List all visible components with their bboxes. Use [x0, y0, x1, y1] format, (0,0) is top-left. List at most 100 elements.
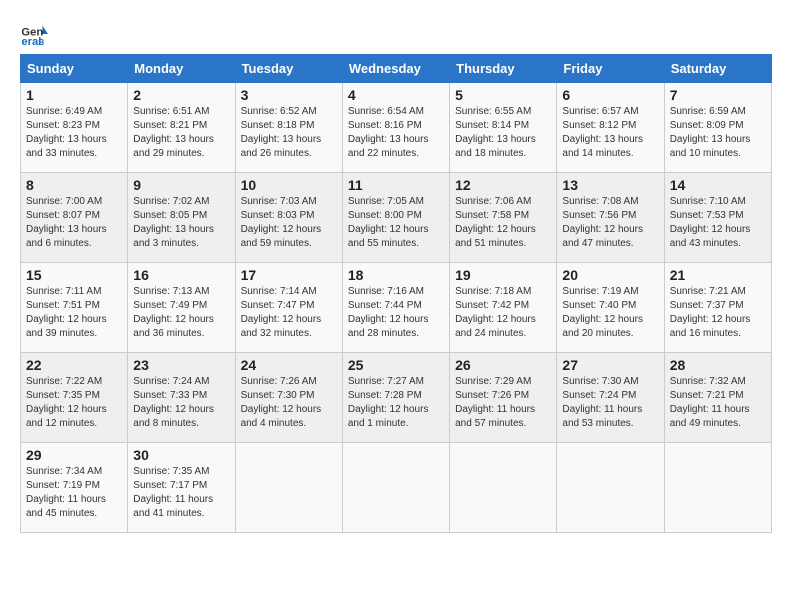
- day-number: 5: [455, 87, 551, 103]
- svg-text:B: B: [38, 37, 44, 47]
- day-number: 25: [348, 357, 444, 373]
- daylight-label: Daylight: 12 hours and 39 minutes.: [26, 314, 107, 339]
- day-number: 7: [670, 87, 766, 103]
- sunset-label: Sunset: 8:09 PM: [670, 120, 744, 131]
- sunset-label: Sunset: 7:19 PM: [26, 480, 100, 491]
- sunset-label: Sunset: 7:33 PM: [133, 390, 207, 401]
- day-info: Sunrise: 7:24 AM Sunset: 7:33 PM Dayligh…: [133, 375, 229, 431]
- sunset-label: Sunset: 7:24 PM: [562, 390, 636, 401]
- sunset-label: Sunset: 8:14 PM: [455, 120, 529, 131]
- sunset-label: Sunset: 7:17 PM: [133, 480, 207, 491]
- sunrise-label: Sunrise: 6:52 AM: [241, 106, 317, 117]
- sunset-label: Sunset: 7:56 PM: [562, 210, 636, 221]
- day-number: 15: [26, 267, 122, 283]
- daylight-label: Daylight: 11 hours and 57 minutes.: [455, 404, 535, 429]
- calendar-cell: 24 Sunrise: 7:26 AM Sunset: 7:30 PM Dayl…: [235, 353, 342, 443]
- day-info: Sunrise: 7:22 AM Sunset: 7:35 PM Dayligh…: [26, 375, 122, 431]
- weekday-header-wednesday: Wednesday: [342, 55, 449, 83]
- daylight-label: Daylight: 12 hours and 16 minutes.: [670, 314, 751, 339]
- day-number: 10: [241, 177, 337, 193]
- day-info: Sunrise: 7:34 AM Sunset: 7:19 PM Dayligh…: [26, 465, 122, 521]
- sunset-label: Sunset: 8:05 PM: [133, 210, 207, 221]
- day-number: 27: [562, 357, 658, 373]
- daylight-label: Daylight: 12 hours and 1 minute.: [348, 404, 429, 429]
- calendar-cell: 30 Sunrise: 7:35 AM Sunset: 7:17 PM Dayl…: [128, 443, 235, 533]
- day-number: 29: [26, 447, 122, 463]
- calendar-cell: 27 Sunrise: 7:30 AM Sunset: 7:24 PM Dayl…: [557, 353, 664, 443]
- sunset-label: Sunset: 7:58 PM: [455, 210, 529, 221]
- calendar-cell: 25 Sunrise: 7:27 AM Sunset: 7:28 PM Dayl…: [342, 353, 449, 443]
- calendar-cell: 9 Sunrise: 7:02 AM Sunset: 8:05 PM Dayli…: [128, 173, 235, 263]
- calendar-cell: 15 Sunrise: 7:11 AM Sunset: 7:51 PM Dayl…: [21, 263, 128, 353]
- day-info: Sunrise: 7:11 AM Sunset: 7:51 PM Dayligh…: [26, 285, 122, 341]
- sunrise-label: Sunrise: 7:24 AM: [133, 376, 209, 387]
- calendar-cell: 13 Sunrise: 7:08 AM Sunset: 7:56 PM Dayl…: [557, 173, 664, 263]
- day-number: 13: [562, 177, 658, 193]
- sunrise-label: Sunrise: 7:03 AM: [241, 196, 317, 207]
- sunrise-label: Sunrise: 7:30 AM: [562, 376, 638, 387]
- sunrise-label: Sunrise: 7:06 AM: [455, 196, 531, 207]
- sunset-label: Sunset: 8:21 PM: [133, 120, 207, 131]
- day-number: 1: [26, 87, 122, 103]
- sunrise-label: Sunrise: 7:16 AM: [348, 286, 424, 297]
- daylight-label: Daylight: 12 hours and 59 minutes.: [241, 224, 322, 249]
- calendar-cell: 14 Sunrise: 7:10 AM Sunset: 7:53 PM Dayl…: [664, 173, 771, 263]
- day-info: Sunrise: 7:02 AM Sunset: 8:05 PM Dayligh…: [133, 195, 229, 251]
- daylight-label: Daylight: 12 hours and 4 minutes.: [241, 404, 322, 429]
- sunset-label: Sunset: 7:47 PM: [241, 300, 315, 311]
- day-number: 11: [348, 177, 444, 193]
- weekday-header-tuesday: Tuesday: [235, 55, 342, 83]
- day-info: Sunrise: 7:30 AM Sunset: 7:24 PM Dayligh…: [562, 375, 658, 431]
- logo: Gen eral B: [20, 20, 52, 48]
- day-info: Sunrise: 7:27 AM Sunset: 7:28 PM Dayligh…: [348, 375, 444, 431]
- day-number: 20: [562, 267, 658, 283]
- calendar-cell: 16 Sunrise: 7:13 AM Sunset: 7:49 PM Dayl…: [128, 263, 235, 353]
- sunrise-label: Sunrise: 6:49 AM: [26, 106, 102, 117]
- calendar-cell: 20 Sunrise: 7:19 AM Sunset: 7:40 PM Dayl…: [557, 263, 664, 353]
- daylight-label: Daylight: 11 hours and 49 minutes.: [670, 404, 750, 429]
- daylight-label: Daylight: 12 hours and 47 minutes.: [562, 224, 643, 249]
- sunset-label: Sunset: 7:49 PM: [133, 300, 207, 311]
- calendar-cell: 11 Sunrise: 7:05 AM Sunset: 8:00 PM Dayl…: [342, 173, 449, 263]
- calendar-cell: 1 Sunrise: 6:49 AM Sunset: 8:23 PM Dayli…: [21, 83, 128, 173]
- sunset-label: Sunset: 7:51 PM: [26, 300, 100, 311]
- weekday-header-row: SundayMondayTuesdayWednesdayThursdayFrid…: [21, 55, 772, 83]
- sunset-label: Sunset: 8:23 PM: [26, 120, 100, 131]
- day-info: Sunrise: 6:59 AM Sunset: 8:09 PM Dayligh…: [670, 105, 766, 161]
- day-number: 21: [670, 267, 766, 283]
- sunset-label: Sunset: 8:00 PM: [348, 210, 422, 221]
- calendar-cell: 4 Sunrise: 6:54 AM Sunset: 8:16 PM Dayli…: [342, 83, 449, 173]
- sunrise-label: Sunrise: 7:11 AM: [26, 286, 101, 297]
- day-number: 19: [455, 267, 551, 283]
- daylight-label: Daylight: 12 hours and 43 minutes.: [670, 224, 751, 249]
- sunset-label: Sunset: 7:30 PM: [241, 390, 315, 401]
- calendar-cell: 22 Sunrise: 7:22 AM Sunset: 7:35 PM Dayl…: [21, 353, 128, 443]
- sunset-label: Sunset: 7:53 PM: [670, 210, 744, 221]
- sunrise-label: Sunrise: 7:35 AM: [133, 466, 209, 477]
- day-info: Sunrise: 7:08 AM Sunset: 7:56 PM Dayligh…: [562, 195, 658, 251]
- sunset-label: Sunset: 7:35 PM: [26, 390, 100, 401]
- sunrise-label: Sunrise: 7:02 AM: [133, 196, 209, 207]
- calendar-cell: 6 Sunrise: 6:57 AM Sunset: 8:12 PM Dayli…: [557, 83, 664, 173]
- sunrise-label: Sunrise: 7:34 AM: [26, 466, 102, 477]
- sunset-label: Sunset: 8:18 PM: [241, 120, 315, 131]
- day-info: Sunrise: 6:52 AM Sunset: 8:18 PM Dayligh…: [241, 105, 337, 161]
- day-info: Sunrise: 6:49 AM Sunset: 8:23 PM Dayligh…: [26, 105, 122, 161]
- page-header: Gen eral B: [20, 20, 772, 48]
- calendar-cell: 28 Sunrise: 7:32 AM Sunset: 7:21 PM Dayl…: [664, 353, 771, 443]
- day-number: 12: [455, 177, 551, 193]
- calendar-cell: 21 Sunrise: 7:21 AM Sunset: 7:37 PM Dayl…: [664, 263, 771, 353]
- daylight-label: Daylight: 12 hours and 12 minutes.: [26, 404, 107, 429]
- sunrise-label: Sunrise: 6:59 AM: [670, 106, 746, 117]
- day-info: Sunrise: 6:51 AM Sunset: 8:21 PM Dayligh…: [133, 105, 229, 161]
- day-info: Sunrise: 7:06 AM Sunset: 7:58 PM Dayligh…: [455, 195, 551, 251]
- daylight-label: Daylight: 12 hours and 24 minutes.: [455, 314, 536, 339]
- sunrise-label: Sunrise: 6:55 AM: [455, 106, 531, 117]
- day-info: Sunrise: 7:26 AM Sunset: 7:30 PM Dayligh…: [241, 375, 337, 431]
- sunset-label: Sunset: 8:12 PM: [562, 120, 636, 131]
- weekday-header-friday: Friday: [557, 55, 664, 83]
- day-info: Sunrise: 7:35 AM Sunset: 7:17 PM Dayligh…: [133, 465, 229, 521]
- calendar-week-row: 15 Sunrise: 7:11 AM Sunset: 7:51 PM Dayl…: [21, 263, 772, 353]
- day-info: Sunrise: 7:13 AM Sunset: 7:49 PM Dayligh…: [133, 285, 229, 341]
- day-number: 22: [26, 357, 122, 373]
